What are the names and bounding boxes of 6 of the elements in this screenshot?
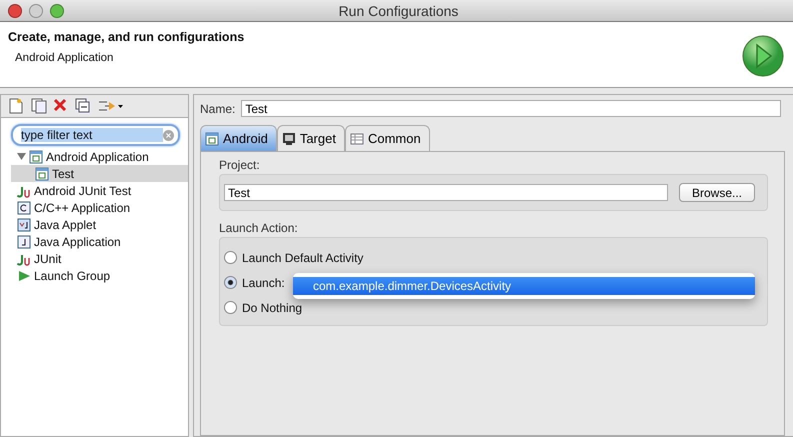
window-title: Run Configurations — [338, 2, 460, 18]
header-title: Create, manage, and run configurations — [8, 30, 244, 44]
header-subtitle: Android Application — [15, 52, 114, 64]
project-label: Project: — [219, 158, 261, 172]
name-label: Name: — [200, 102, 236, 116]
launch-action-label: Launch Action: — [219, 221, 299, 235]
